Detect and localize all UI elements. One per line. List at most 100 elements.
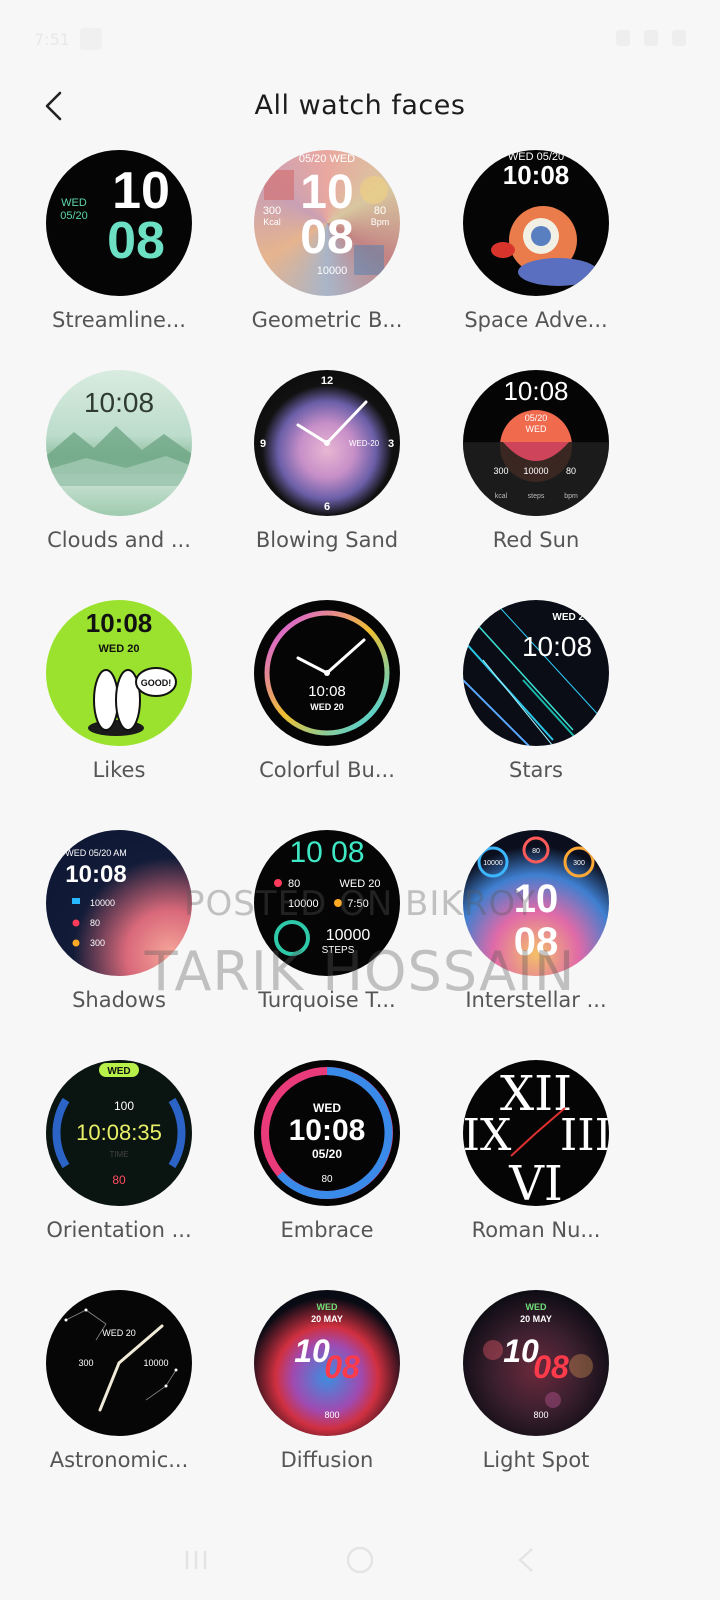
nav-back-icon	[518, 1548, 533, 1572]
dial-time: 10:08	[522, 631, 592, 662]
dial-kcal-value: 300	[263, 205, 281, 217]
watch-face-thumbnail: WED 100 10:08:35 TIME 80	[46, 1060, 192, 1206]
dial-kcal-label: kcal	[495, 493, 508, 500]
watch-face-streamline[interactable]: 10 08 WED 05/20 Streamline...	[24, 150, 214, 360]
watch-face-astronomical[interactable]: WED 20 300 10000 Astronomic...	[24, 1290, 214, 1500]
recents-button[interactable]	[176, 1540, 216, 1580]
watch-face-label: Red Sun	[492, 528, 580, 552]
watch-face-label: Streamline...	[52, 308, 186, 332]
dial-art: 10:08	[46, 387, 192, 486]
watch-face-clouds[interactable]: 10:08 Clouds and ...	[24, 370, 214, 580]
watch-face-thumbnail: WED 20 10:08	[463, 600, 609, 746]
dial-heart: 800	[324, 1410, 339, 1420]
dial-date: WED 20	[99, 643, 140, 655]
dial-numeral-3: III	[560, 1110, 609, 1161]
watch-face-roman-numeral[interactable]: XII III VI IX Roman Nu...	[441, 1060, 631, 1270]
watch-face-orientation[interactable]: WED 100 10:08:35 TIME 80 Orientation ...	[24, 1060, 214, 1270]
watch-face-label: Light Spot	[482, 1448, 590, 1472]
dial-kcal: 300	[78, 1358, 93, 1368]
watch-face-turquoise[interactable]: 10 08 80 WED 20 10000 7:50 10000 STEPS T…	[232, 830, 422, 1040]
watch-face-label: Blowing Sand	[255, 528, 399, 552]
dial-art: WED 10:08 05/20 80	[261, 1067, 393, 1199]
watch-face-label: Orientation ...	[46, 1218, 192, 1242]
dial-time: 10:08	[86, 608, 153, 638]
watch-face-embrace[interactable]: WED 10:08 05/20 80 Embrace	[232, 1060, 422, 1270]
dial-time: 10:08	[65, 861, 126, 888]
watch-face-label: Clouds and ...	[47, 528, 191, 552]
dial-art: 10:08 WED 20	[264, 610, 390, 736]
watch-face-thumbnail: 10:08 WED 20	[254, 600, 400, 746]
dial-date: 20 MAY	[520, 1314, 552, 1324]
watch-face-geometric[interactable]: 05/20 WED 10 08 300 Kcal 80 Bpm 10000 Ge…	[232, 150, 422, 360]
watch-face-label: Interstellar ...	[465, 988, 607, 1012]
watch-face-thumbnail: 10:08 05/20 WED 300 10000 80 kcal steps …	[463, 370, 609, 516]
dial-numeral-3: 3	[388, 438, 394, 450]
watch-face-interstellar[interactable]: 10000 80 300 10 08 Interstellar ...	[441, 830, 631, 1040]
watch-face-shadows[interactable]: WED 05/20 AM 10:08 10000 80 300 Shadows	[24, 830, 214, 1040]
dial-hour: 10	[514, 877, 559, 921]
watch-face-light-spot[interactable]: WED 20 MAY 10 08 800 Light Spot	[441, 1290, 631, 1500]
watch-face-colorful-bubble[interactable]: 10:08 WED 20 Colorful Bu...	[232, 600, 422, 810]
watch-face-label: Turquoise T...	[258, 988, 396, 1012]
system-back-button[interactable]	[506, 1540, 546, 1580]
dial-heart: 80	[90, 918, 100, 928]
dial-date: 05/20	[525, 413, 548, 423]
home-icon	[346, 1546, 374, 1574]
dial-time: 10:08	[503, 376, 568, 406]
watch-face-label: Stars	[508, 758, 563, 782]
watch-face-label: Diffusion	[280, 1448, 374, 1472]
watch-face-grid: 10 08 WED 05/20 Streamline... 05/20 WED …	[0, 0, 720, 1520]
dial-art: WED 05/20 10:08	[491, 151, 598, 286]
dial-badge: GOOD!	[141, 678, 172, 688]
watch-face-label: Astronomic...	[49, 1448, 189, 1472]
dial-time: 10:08	[503, 160, 570, 190]
dial-day: WED	[526, 1302, 547, 1312]
dial-heart: 800	[533, 1410, 548, 1420]
dial-alarm: 7:50	[347, 898, 368, 910]
dial-heart: 80	[288, 878, 300, 890]
dial-date: 20 MAY	[311, 1314, 343, 1324]
watch-face-label: Geometric B...	[251, 308, 403, 332]
dial-time: 10:08	[289, 1114, 366, 1147]
watch-face-thumbnail: WED 05/20 10:08	[463, 150, 609, 296]
watch-face-likes[interactable]: 10:08 WED 20 GOOD! Likes	[24, 600, 214, 810]
watch-face-thumbnail: 10:08 WED 20 GOOD!	[46, 600, 192, 746]
dial-minute: 08	[533, 1349, 569, 1385]
watch-face-label: Space Adve...	[464, 308, 608, 332]
dial-steps-label: steps	[528, 493, 545, 500]
watch-face-label: Shadows	[72, 988, 166, 1012]
dial-date: 05/20 WED	[299, 153, 355, 165]
dial-minute: 08	[324, 1349, 360, 1385]
dial-date: WED 20	[102, 1328, 136, 1338]
dial-minute: 08	[107, 212, 165, 270]
dial-time: 10:08	[84, 387, 154, 418]
watch-face-space-adventure[interactable]: WED 05/20 10:08 Space Adve...	[441, 150, 631, 360]
watch-face-diffusion[interactable]: WED 20 MAY 10 08 800 Diffusion	[232, 1290, 422, 1500]
dial-kcal-value: 300	[493, 466, 508, 476]
watch-face-thumbnail: 10:08	[46, 370, 192, 516]
dial-art: WED 100 10:08:35 TIME 80	[52, 1063, 186, 1187]
dial-art: WED 05/20 AM 10:08 10000 80 300	[65, 848, 127, 948]
watch-face-stars[interactable]: WED 20 10:08 Stars	[441, 600, 631, 810]
dial-art: 10 08 WED 05/20	[60, 162, 170, 270]
watch-face-label: Likes	[92, 758, 146, 782]
watch-face-thumbnail: XII III VI IX	[463, 1060, 609, 1206]
dial-steps-value: 10000	[523, 466, 548, 476]
watch-face-blowing-sand[interactable]: 12 3 6 9 WED-20 Blowing Sand	[232, 370, 422, 580]
dial-numeral-9: IX	[463, 1110, 512, 1161]
watch-face-red-sun[interactable]: 10:08 05/20 WED 300 10000 80 kcal steps …	[441, 370, 631, 580]
dial-date: WED 05/20 AM	[65, 848, 127, 858]
dial-day: WED	[107, 1066, 130, 1077]
home-button[interactable]	[340, 1540, 380, 1580]
dial-heart: 80	[112, 1173, 126, 1187]
recents-icon	[185, 1551, 207, 1569]
watch-face-thumbnail: 10 08 WED 05/20	[46, 150, 192, 296]
dial-art: 12 3 6 9 WED-20	[260, 375, 394, 513]
dial-day: WED	[313, 1101, 341, 1115]
dial-heart: 80	[532, 848, 540, 855]
dial-time: 10 08	[289, 836, 364, 869]
dial-art: XII III VI IX	[463, 1066, 609, 1206]
dial-art: WED 20 MAY 10 08 800	[483, 1302, 593, 1420]
dial-steps-value: 10000	[326, 927, 371, 944]
dial-art: 05/20 WED 10 08 300 Kcal 80 Bpm 10000	[263, 153, 389, 277]
